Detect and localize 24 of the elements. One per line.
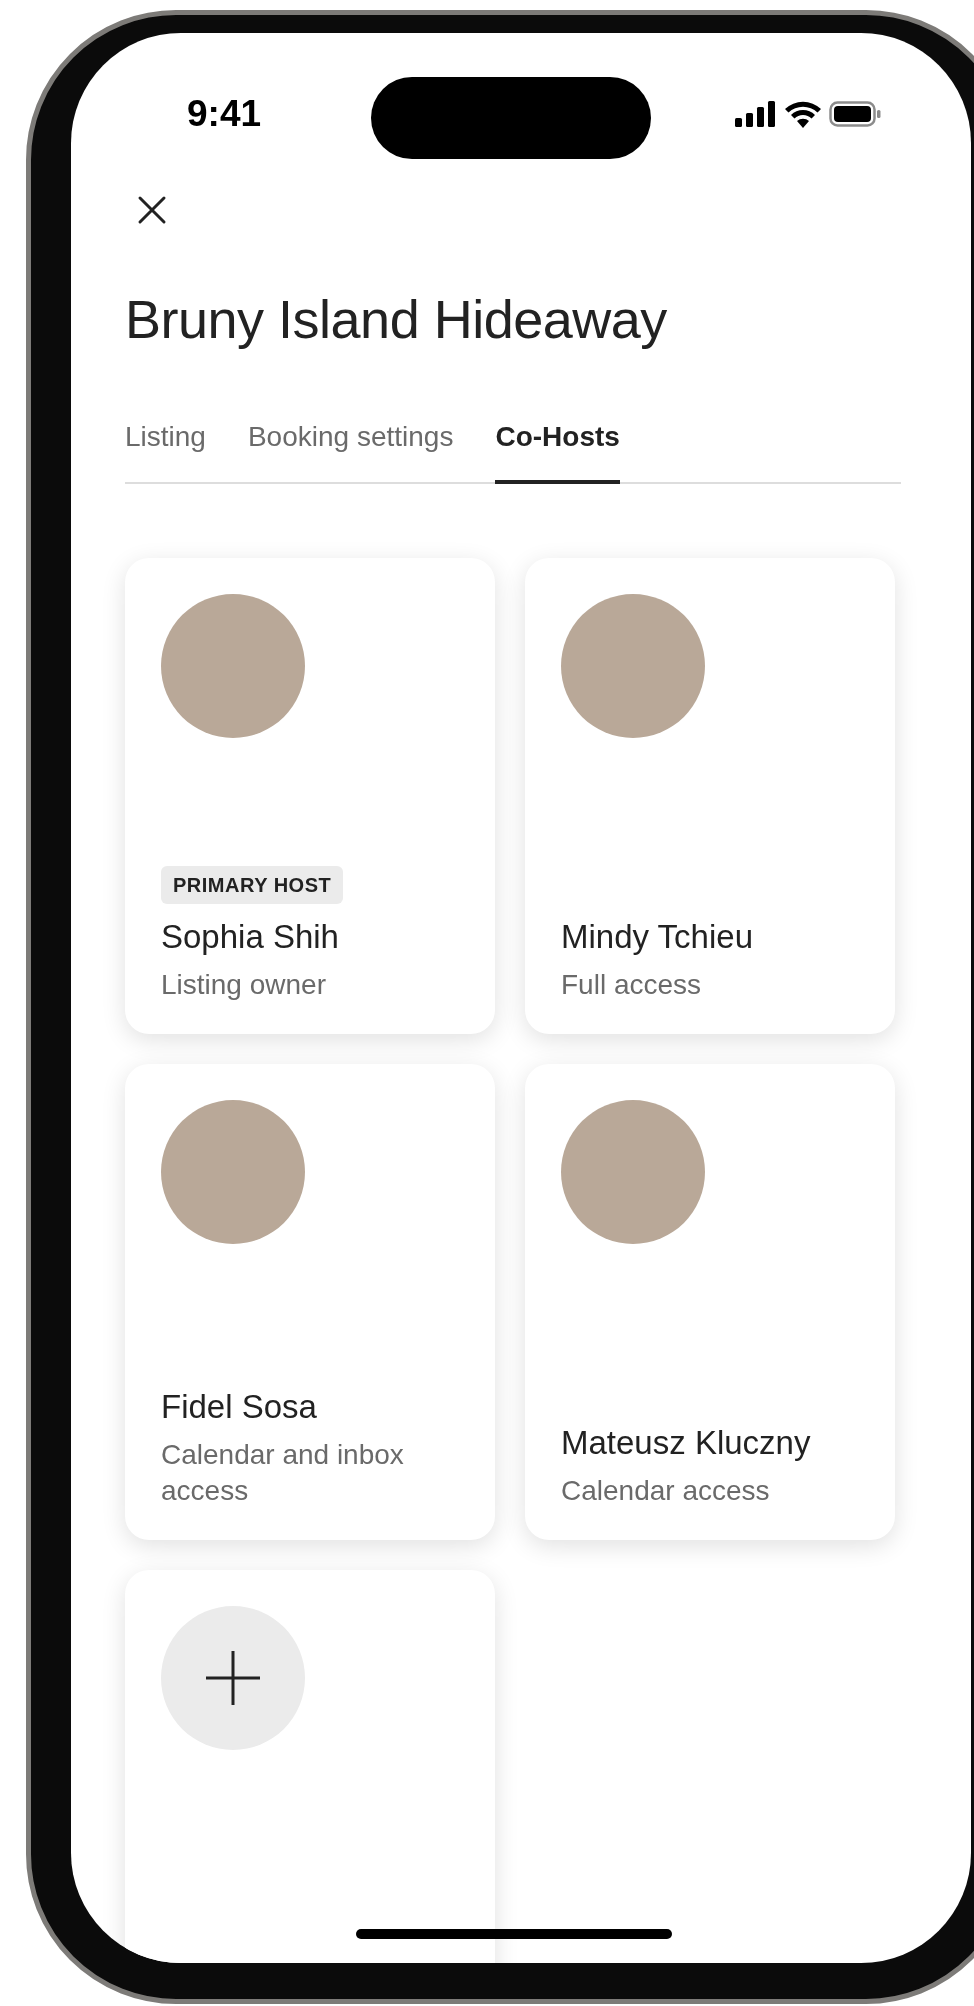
access-level: Full access bbox=[561, 968, 703, 1003]
battery-icon bbox=[829, 101, 881, 127]
host-name: Mindy Tchieu bbox=[561, 916, 754, 957]
listing-title: Bruny Island Hideaway bbox=[125, 288, 668, 351]
host-name: Mateusz Kluczny bbox=[561, 1422, 812, 1463]
close-button[interactable] bbox=[137, 195, 167, 225]
tab[interactable]: Co-Hosts bbox=[495, 415, 620, 484]
role-badge: PRIMARY HOST bbox=[161, 865, 344, 904]
wifi-icon bbox=[785, 100, 821, 128]
tab[interactable]: Booking settings bbox=[247, 415, 454, 484]
host-name: Sophia Shih bbox=[161, 916, 340, 957]
cohost-card[interactable]: Mateusz Kluczny Calendar access bbox=[525, 1063, 895, 1540]
access-level: Calendar access bbox=[561, 1474, 771, 1509]
status-time: 9:41 bbox=[187, 92, 262, 137]
cohost-card[interactable]: Mindy Tchieu Full access bbox=[525, 557, 895, 1034]
access-level: Calendar and inbox access bbox=[161, 1438, 405, 1509]
cohost-card[interactable]: PRIMARY HOST Sophia Shih Listing owner bbox=[125, 557, 495, 1034]
add-cohost-card[interactable] bbox=[125, 1569, 495, 1963]
host-name: Fidel Sosa bbox=[161, 1386, 318, 1427]
signal-icon bbox=[735, 101, 777, 127]
tab[interactable]: Listing bbox=[125, 415, 206, 484]
cohost-card[interactable]: Fidel Sosa Calendar and inbox access bbox=[125, 1063, 495, 1540]
plus-icon bbox=[204, 1648, 262, 1707]
access-level: Listing owner bbox=[161, 968, 327, 1003]
